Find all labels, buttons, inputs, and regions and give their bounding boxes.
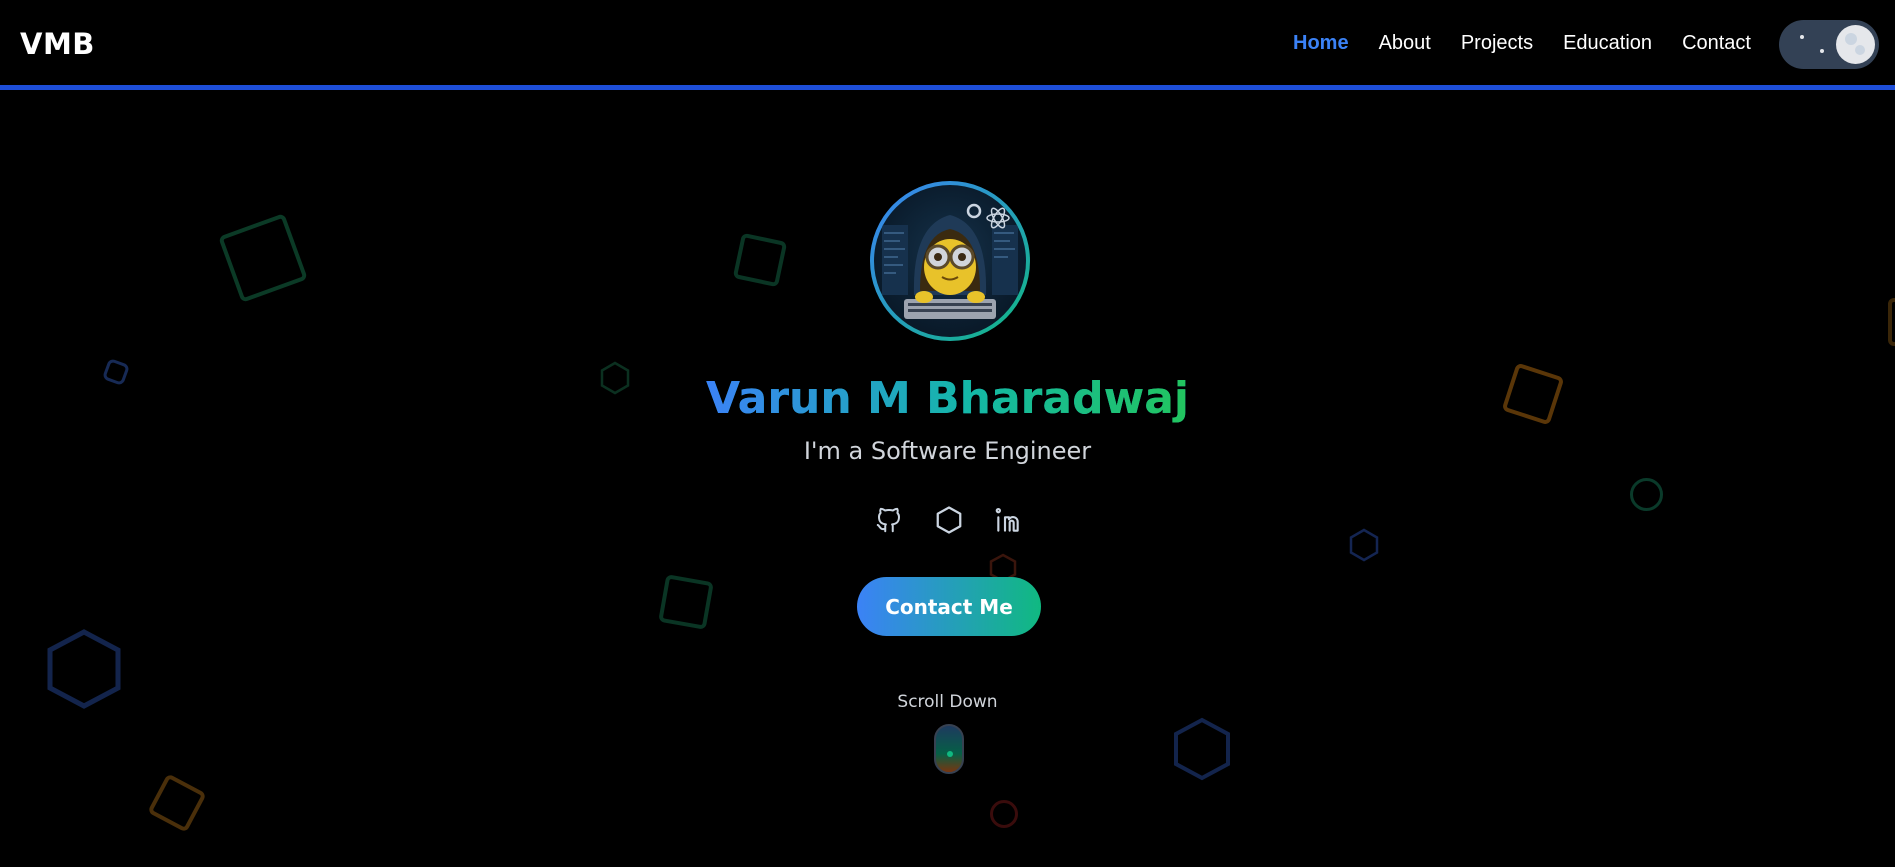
scroll-wheel — [947, 751, 953, 757]
hero-name: Varun M Bharadwaj — [0, 373, 1895, 424]
nav-contact-link[interactable]: Contact — [1682, 32, 1751, 55]
avatar-illustration — [874, 185, 1026, 337]
star-icon — [1800, 35, 1804, 39]
site-logo[interactable]: VMB — [20, 27, 95, 61]
decorative-square — [1888, 298, 1895, 346]
decorative-square — [658, 574, 714, 630]
navbar: VMB Home About Projects Education Contac… — [0, 0, 1895, 90]
hexagon-icon[interactable] — [932, 503, 966, 537]
nav-links: Home About Projects Education Contact — [1293, 32, 1781, 55]
decorative-circle — [990, 800, 1018, 828]
nav-about-link[interactable]: About — [1379, 32, 1431, 55]
linkedin-icon[interactable] — [992, 503, 1026, 537]
hero-name-text: Varun M Bharadwaj — [706, 373, 1189, 424]
profile-avatar — [870, 181, 1030, 341]
hero-subtitle: I'm a Software Engineer — [803, 437, 1092, 465]
decorative-square — [218, 213, 308, 303]
decorative-square — [732, 232, 788, 288]
moon-icon — [1836, 25, 1875, 64]
star-icon — [1820, 49, 1824, 53]
nav-education-link[interactable]: Education — [1563, 32, 1652, 55]
decorative-hexagon — [1172, 717, 1232, 781]
github-icon[interactable] — [872, 503, 906, 537]
nav-home-link[interactable]: Home — [1293, 32, 1349, 55]
scroll-down-label: Scroll Down — [897, 692, 998, 712]
contact-me-button[interactable]: Contact Me — [857, 577, 1041, 636]
decorative-circle — [1630, 478, 1663, 511]
scroll-mouse-icon[interactable] — [934, 724, 964, 774]
nav-projects-link[interactable]: Projects — [1461, 32, 1533, 55]
decorative-square — [147, 773, 207, 833]
decorative-hexagon — [1348, 528, 1380, 562]
theme-toggle[interactable] — [1779, 20, 1879, 69]
social-links — [872, 503, 1052, 537]
